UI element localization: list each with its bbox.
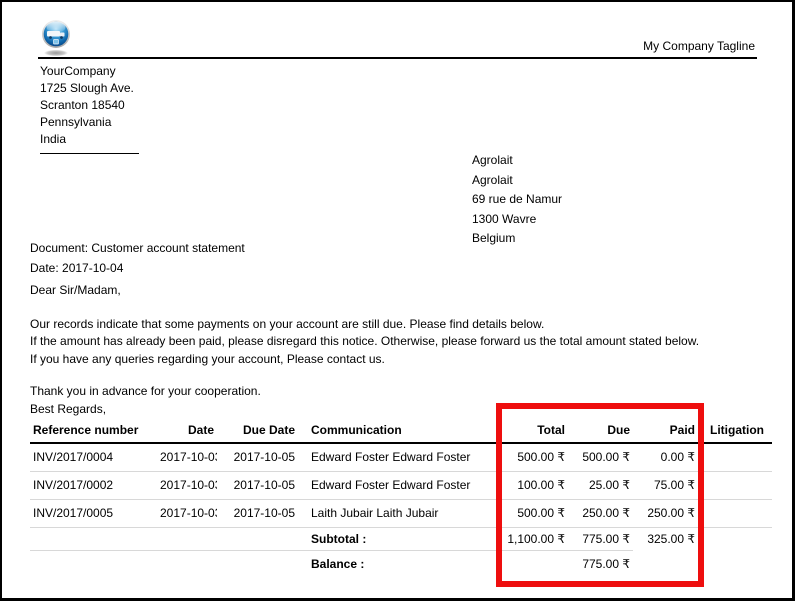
subtotal-paid: 325.00 ₹ bbox=[647, 531, 695, 546]
subtotal-label: Subtotal : bbox=[298, 527, 498, 551]
cell-empty bbox=[698, 550, 772, 578]
cell-paid: 75.00 ₹ bbox=[633, 471, 698, 500]
letter-body-line: Our records indicate that some payments … bbox=[30, 317, 545, 331]
company-name: YourCompany bbox=[40, 64, 116, 78]
cell-reference: INV/2017/0004 bbox=[30, 443, 157, 472]
cell-date: 2017-10-03 bbox=[157, 443, 217, 472]
recipient-line: 1300 Wavre bbox=[472, 211, 537, 226]
table-header-row: Reference number Date Due Date Communica… bbox=[30, 418, 772, 444]
document-date-line: Date: 2017-10-04 bbox=[30, 261, 124, 275]
cell-paid: 250.00 ₹ bbox=[633, 499, 698, 528]
table-row: INV/2017/0005 2017-10-03 2017-10-05 Lait… bbox=[30, 499, 772, 528]
cell-due-date: 2017-10-05 bbox=[217, 443, 298, 472]
col-header-date: Date bbox=[157, 418, 217, 444]
col-header-due-date: Due Date bbox=[217, 418, 298, 444]
recipient-line: Belgium bbox=[472, 231, 516, 245]
company-tagline: My Company Tagline bbox=[643, 39, 755, 53]
letter-body: Our records indicate that some payments … bbox=[30, 316, 699, 368]
company-state: Pennsylvania bbox=[40, 115, 112, 129]
letter-body-line: If the amount has already been paid, ple… bbox=[30, 334, 700, 349]
cell-reference: INV/2017/0002 bbox=[30, 471, 157, 500]
statement-table: Reference number Date Due Date Communica… bbox=[30, 418, 772, 578]
cell-empty bbox=[498, 550, 568, 578]
balance-row: Balance : 775.00 ₹ bbox=[30, 550, 772, 578]
cell-communication: Laith Jubair Laith Jubair bbox=[298, 499, 498, 528]
col-header-reference-number: Reference number bbox=[30, 418, 157, 444]
letter-signoff: Best Regards, bbox=[30, 402, 107, 416]
cell-empty bbox=[633, 550, 698, 578]
document-info: Document: Customer account statement Dat… bbox=[30, 238, 245, 278]
cell-total: 500.00 ₹ bbox=[498, 499, 568, 528]
recipient-address-block: Agrolait Agrolait 69 rue de Namur 1300 W… bbox=[472, 151, 562, 249]
cell-empty bbox=[698, 527, 772, 550]
salutation: Dear Sir/Madam, bbox=[30, 283, 121, 297]
cell-total: 500.00 ₹ bbox=[498, 443, 568, 472]
balance-label: Balance : bbox=[311, 557, 365, 572]
recipient-line: 69 rue de Namur bbox=[472, 192, 563, 206]
subtotal-total: 1,100.00 ₹ bbox=[498, 527, 568, 551]
cell-reference: INV/2017/0005 bbox=[30, 499, 157, 528]
cell-due: 25.00 ₹ bbox=[568, 471, 633, 500]
cell-empty bbox=[30, 550, 157, 578]
col-header-due: Due bbox=[568, 418, 633, 444]
company-street: 1725 Slough Ave. bbox=[40, 81, 134, 95]
table-row: INV/2017/0002 2017-10-03 2017-10-05 Edwa… bbox=[30, 471, 772, 500]
cell-due-date: 2017-10-05 bbox=[217, 471, 298, 500]
statement-table-container: Reference number Date Due Date Communica… bbox=[30, 418, 772, 578]
cell-empty bbox=[30, 527, 157, 551]
subtotal-row: Subtotal : 1,100.00 ₹ 775.00 ₹ 325.00 ₹ bbox=[30, 527, 772, 551]
header-divider bbox=[38, 57, 757, 59]
cell-due: 250.00 ₹ bbox=[568, 499, 633, 528]
cell-empty bbox=[157, 527, 217, 551]
company-country: India bbox=[40, 132, 67, 146]
table-row: INV/2017/0004 2017-10-03 2017-10-05 Edwa… bbox=[30, 443, 772, 472]
cell-empty bbox=[217, 550, 298, 578]
cell-litigation bbox=[698, 499, 772, 528]
cell-due: 500.00 ₹ bbox=[568, 443, 633, 472]
balance-due: 775.00 ₹ bbox=[582, 557, 630, 572]
letter-thanks: Thank you in advance for your cooperatio… bbox=[30, 384, 261, 398]
recipient-line: Agrolait bbox=[472, 153, 513, 167]
subtotal-due: 775.00 ₹ bbox=[568, 527, 633, 551]
cell-paid: 0.00 ₹ bbox=[633, 443, 698, 472]
statement-document-page: My Company Tagline YourCompany 1725 Slou… bbox=[0, 0, 795, 601]
company-city: Scranton 18540 bbox=[40, 98, 125, 112]
col-header-total: Total bbox=[498, 418, 568, 444]
cell-empty bbox=[217, 527, 298, 551]
cell-date: 2017-10-03 bbox=[157, 471, 217, 500]
cell-total: 100.00 ₹ bbox=[498, 471, 568, 500]
letter-body-line: If you have any queries regarding your a… bbox=[30, 351, 385, 366]
cell-litigation bbox=[698, 443, 772, 472]
recipient-line: Agrolait bbox=[472, 172, 513, 187]
cell-due-date: 2017-10-05 bbox=[217, 499, 298, 528]
col-header-paid: Paid bbox=[633, 418, 698, 444]
document-type-line: Document: Customer account statement bbox=[30, 241, 245, 255]
cell-date: 2017-10-03 bbox=[157, 499, 217, 528]
col-header-communication: Communication bbox=[298, 418, 498, 444]
cell-communication: Edward Foster Edward Foster bbox=[298, 471, 498, 500]
company-address-block: YourCompany 1725 Slough Ave. Scranton 18… bbox=[40, 63, 139, 154]
cell-empty bbox=[157, 550, 217, 578]
cell-litigation bbox=[698, 471, 772, 500]
col-header-litigation: Litigation bbox=[698, 418, 772, 444]
cell-communication: Edward Foster Edward Foster bbox=[298, 443, 498, 472]
